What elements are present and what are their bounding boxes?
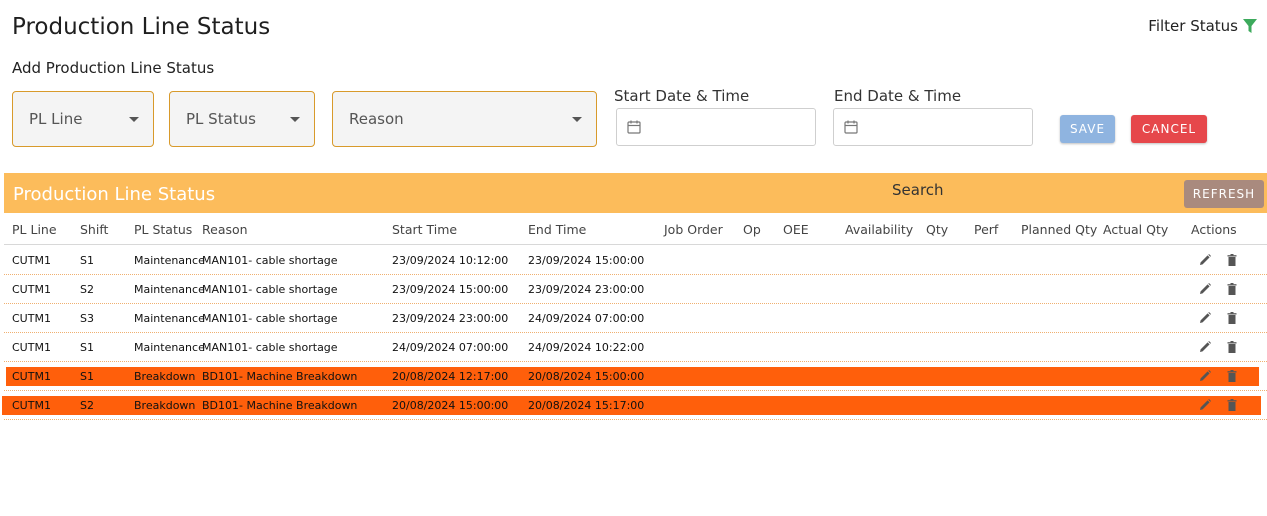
cell-start-time: 23/09/2024 10:12:00 — [392, 254, 509, 267]
table-row[interactable]: CUTM1 S1 Breakdown BD101- Machine Breakdown… — [4, 361, 1267, 391]
column-header-job-order: Job Order — [664, 222, 723, 237]
save-button[interactable]: SAVE — [1060, 115, 1115, 143]
pencil-icon[interactable] — [1198, 397, 1212, 411]
cell-pl-line: CUTM1 — [12, 370, 51, 383]
column-header-qty: Qty — [926, 222, 949, 237]
table-row[interactable]: CUTM1 S1 Maintenance MAN101- cable shortage… — [4, 332, 1267, 362]
cell-pl-status: Maintenance — [134, 341, 205, 354]
cell-pl-status: Maintenance — [134, 254, 205, 267]
trash-icon[interactable] — [1225, 310, 1239, 324]
reason-select-label: Reason — [349, 110, 404, 128]
calendar-icon — [627, 120, 641, 134]
table-title: Production Line Status — [13, 184, 216, 205]
column-header-shift: Shift — [80, 222, 109, 237]
pencil-icon[interactable] — [1198, 281, 1212, 295]
pencil-icon[interactable] — [1198, 368, 1212, 382]
column-header-end-time: End Time — [528, 222, 587, 237]
trash-icon[interactable] — [1225, 281, 1239, 295]
table-row[interactable]: CUTM1 S2 Maintenance MAN101- cable shortage… — [4, 274, 1267, 304]
cell-reason: MAN101- cable shortage — [202, 341, 338, 354]
trash-icon[interactable] — [1225, 368, 1239, 382]
chevron-down-icon — [290, 116, 300, 122]
table-toolbar: Production Line Status Search REFRESH — [4, 173, 1267, 213]
cell-end-time: 20/08/2024 15:00:00 — [528, 370, 645, 383]
column-header-actions: Actions — [1191, 222, 1237, 237]
start-date-label: Start Date & Time — [614, 87, 750, 105]
cell-reason: MAN101- cable shortage — [202, 283, 338, 296]
cell-start-time: 20/08/2024 15:00:00 — [392, 399, 509, 412]
cell-start-time: 24/09/2024 07:00:00 — [392, 341, 509, 354]
pencil-icon[interactable] — [1198, 310, 1212, 324]
table-row[interactable]: CUTM1 S1 Maintenance MAN101- cable shortage… — [4, 245, 1267, 275]
column-header-availability: Availability — [845, 222, 914, 237]
pencil-icon[interactable] — [1198, 339, 1212, 353]
cell-end-time: 23/09/2024 23:00:00 — [528, 283, 645, 296]
end-date-label: End Date & Time — [834, 87, 962, 105]
cell-pl-status: Breakdown — [134, 399, 196, 412]
end-date-input[interactable] — [833, 108, 1033, 146]
start-date-input[interactable] — [616, 108, 816, 146]
column-header-pl-status: PL Status — [134, 222, 193, 237]
cell-start-time: 23/09/2024 23:00:00 — [392, 312, 509, 325]
cell-shift: S1 — [80, 254, 94, 267]
pl-line-select[interactable]: PL Line — [12, 91, 154, 147]
refresh-button[interactable]: REFRESH — [1184, 180, 1264, 208]
cell-pl-line: CUTM1 — [12, 254, 51, 267]
funnel-icon — [1243, 18, 1257, 33]
pencil-icon[interactable] — [1198, 252, 1212, 266]
cell-shift: S1 — [80, 370, 94, 383]
cell-pl-status: Maintenance — [134, 312, 205, 325]
chevron-down-icon — [129, 116, 139, 122]
cell-pl-status: Maintenance — [134, 283, 205, 296]
trash-icon[interactable] — [1225, 339, 1239, 353]
column-header-planned-qty: Planned Qty — [1021, 222, 1098, 237]
cell-shift: S2 — [80, 283, 94, 296]
search-input[interactable]: Search — [892, 181, 944, 199]
cell-end-time: 23/09/2024 15:00:00 — [528, 254, 645, 267]
table-header: PL Line Shift PL Status Reason Start Tim… — [4, 214, 1267, 245]
filter-status-label: Filter Status — [1148, 17, 1238, 35]
cancel-button[interactable]: CANCEL — [1131, 115, 1207, 143]
cell-pl-line: CUTM1 — [12, 283, 51, 296]
column-header-oee: OEE — [783, 222, 809, 237]
filter-status-button[interactable]: Filter Status — [1148, 17, 1257, 35]
column-header-perf: Perf — [974, 222, 999, 237]
column-header-start-time: Start Time — [392, 222, 458, 237]
page-title: Production Line Status — [12, 14, 271, 40]
pl-status-select[interactable]: PL Status — [169, 91, 315, 147]
cell-reason: MAN101- cable shortage — [202, 254, 338, 267]
column-header-pl-line: PL Line — [12, 222, 57, 237]
column-header-actual-qty: Actual Qty — [1103, 222, 1169, 237]
cell-pl-line: CUTM1 — [12, 399, 51, 412]
cell-shift: S1 — [80, 341, 94, 354]
table-row[interactable]: CUTM1 S3 Maintenance MAN101- cable shortage… — [4, 303, 1267, 333]
pl-line-select-label: PL Line — [29, 110, 83, 128]
calendar-icon — [844, 120, 858, 134]
table-row[interactable]: CUTM1 S2 Breakdown BD101- Machine Breakdown… — [2, 390, 1267, 420]
column-header-op: Op — [743, 222, 761, 237]
reason-select[interactable]: Reason — [332, 91, 597, 147]
cell-end-time: 24/09/2024 10:22:00 — [528, 341, 645, 354]
cell-reason: BD101- Machine Breakdown — [202, 370, 358, 383]
chevron-down-icon — [572, 116, 582, 122]
trash-icon[interactable] — [1225, 252, 1239, 266]
cell-pl-line: CUTM1 — [12, 341, 51, 354]
cell-start-time: 20/08/2024 12:17:00 — [392, 370, 509, 383]
cell-pl-status: Breakdown — [134, 370, 196, 383]
cell-start-time: 23/09/2024 15:00:00 — [392, 283, 509, 296]
cell-reason: BD101- Machine Breakdown — [202, 399, 358, 412]
cell-pl-line: CUTM1 — [12, 312, 51, 325]
cell-end-time: 20/08/2024 15:17:00 — [528, 399, 645, 412]
cell-end-time: 24/09/2024 07:00:00 — [528, 312, 645, 325]
pl-status-select-label: PL Status — [186, 110, 256, 128]
cell-reason: MAN101- cable shortage — [202, 312, 338, 325]
add-status-subtitle: Add Production Line Status — [12, 59, 215, 77]
trash-icon[interactable] — [1225, 397, 1239, 411]
column-header-reason: Reason — [202, 222, 248, 237]
cell-shift: S3 — [80, 312, 94, 325]
cell-shift: S2 — [80, 399, 94, 412]
